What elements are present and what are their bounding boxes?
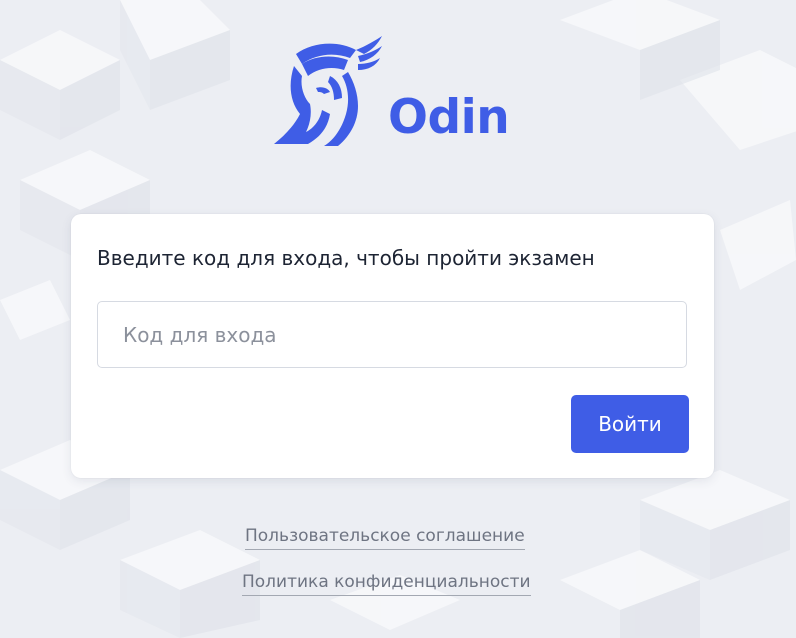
login-card: Введите код для входа, чтобы пройти экза… — [71, 214, 714, 478]
login-button[interactable]: Войти — [571, 395, 689, 453]
user-agreement-link[interactable]: Пользовательское соглашение — [245, 524, 525, 550]
login-card-title: Введите код для входа, чтобы пройти экза… — [97, 246, 595, 270]
login-code-input[interactable] — [97, 301, 687, 368]
brand-name: Odin — [388, 90, 510, 145]
privacy-policy-link[interactable]: Политика конфиденциальности — [242, 570, 531, 596]
odin-winged-helmet-icon — [274, 36, 382, 146]
brand-logo: Odin — [272, 36, 532, 148]
